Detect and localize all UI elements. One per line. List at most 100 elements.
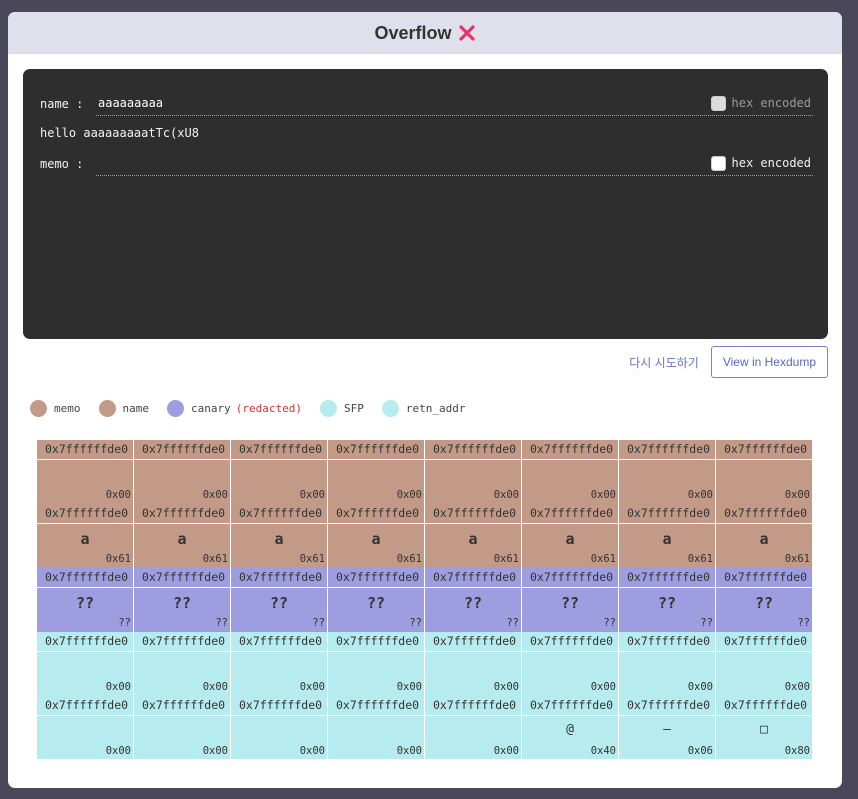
legend-item-canary: canary (redacted)	[167, 400, 302, 417]
cell-char: a	[371, 530, 381, 548]
cell-hex: 0x00	[299, 489, 325, 501]
memory-cell: 0x7ffffffde0 — 0x06	[619, 696, 716, 759]
cell-address: 0x7ffffffde0	[134, 504, 230, 524]
memory-cell: 0x7ffffffde0 0x00	[231, 696, 328, 759]
legend-item-retn_addr: retn_addr	[381, 400, 465, 417]
cell-char: a	[565, 530, 575, 548]
memory-cell: 0x7ffffffde0 0x00	[619, 440, 716, 504]
memo-hex-checkbox[interactable]	[710, 155, 726, 171]
name-row: name : aaaaaaaaa hex encoded	[40, 91, 813, 116]
cell-hex: 0x61	[784, 553, 810, 565]
cell-hex: ??	[506, 617, 519, 629]
cell-hex: ??	[409, 617, 422, 629]
cell-address: 0x7ffffffde0	[619, 440, 715, 460]
cell-address: 0x7ffffffde0	[134, 568, 230, 588]
memory-cell: 0x7ffffffde0 a 0x61	[522, 504, 619, 568]
name-label: name :	[40, 96, 84, 111]
cell-address: 0x7ffffffde0	[425, 440, 521, 460]
cell-char: ??	[754, 594, 774, 612]
legend-note: (redacted)	[235, 402, 302, 415]
legend-label: SFP	[343, 402, 364, 415]
memory-cell: 0x7ffffffde0 0x00	[328, 632, 425, 696]
memory-cell: 0x7ffffffde0 a 0x61	[425, 504, 522, 568]
memory-cell: 0x7ffffffde0 0x00	[37, 440, 134, 504]
cell-char: ??	[657, 594, 677, 612]
cell-hex: 0x00	[105, 681, 131, 693]
cell-address: 0x7ffffffde0	[716, 696, 812, 716]
cell-address: 0x7ffffffde0	[37, 632, 133, 652]
cell-hex: 0x61	[202, 553, 228, 565]
cell-address: 0x7ffffffde0	[619, 696, 715, 716]
name-hex-option[interactable]: hex encoded	[710, 95, 811, 111]
cell-hex: 0x00	[590, 489, 616, 501]
memory-cell: 0x7ffffffde0????	[425, 568, 522, 632]
cell-address: 0x7ffffffde0	[425, 696, 521, 716]
memory-cell: 0x7ffffffde0 0x00	[37, 632, 134, 696]
memory-cell: 0x7ffffffde0 0x00	[134, 440, 231, 504]
cell-char: a	[274, 530, 284, 548]
memory-row-sfp: 0x7ffffffde0 0x00 0x7ffffffde0 0x00 0x7fffff…	[37, 632, 813, 696]
cell-hex: 0x00	[493, 489, 519, 501]
cell-address: 0x7ffffffde0	[522, 504, 618, 524]
cell-char: a	[80, 530, 90, 548]
cell-hex: ??	[797, 617, 810, 629]
cell-address: 0x7ffffffde0	[37, 504, 133, 524]
name-hex-checkbox[interactable]	[710, 95, 726, 111]
cell-char: ??	[269, 594, 289, 612]
cell-hex: ??	[603, 617, 616, 629]
cell-hex: 0x40	[590, 745, 616, 757]
cell-hex: 0x00	[784, 489, 810, 501]
cell-address: 0x7ffffffde0	[425, 504, 521, 524]
cell-hex: 0x00	[687, 489, 713, 501]
cell-address: 0x7ffffffde0	[37, 568, 133, 588]
cell-hex: 0x61	[493, 553, 519, 565]
memory-cell: 0x7ffffffde0 a 0x61	[231, 504, 328, 568]
memory-cell: 0x7ffffffde0 a 0x61	[716, 504, 813, 568]
name-value: aaaaaaaaa	[98, 96, 164, 110]
cell-hex: 0x00	[299, 681, 325, 693]
cell-char: ??	[75, 594, 95, 612]
cell-address: 0x7ffffffde0	[716, 632, 812, 652]
page-title: Overflow	[374, 22, 452, 43]
memory-cell: 0x7ffffffde0 0x00	[134, 696, 231, 759]
cell-hex: 0x00	[396, 681, 422, 693]
memo-hex-label: hex encoded	[731, 156, 811, 170]
legend-label: name	[122, 402, 150, 415]
memory-cell: 0x7ffffffde0????	[231, 568, 328, 632]
memo-hex-option[interactable]: hex encoded	[710, 155, 811, 171]
memory-cell: 0x7ffffffde0 0x00	[231, 632, 328, 696]
cell-hex: 0x00	[105, 745, 131, 757]
view-hexdump-button[interactable]: View in Hexdump	[710, 346, 828, 378]
memory-cell: 0x7ffffffde0 0x00	[522, 440, 619, 504]
legend-swatch	[30, 400, 47, 417]
legend-swatch	[381, 400, 399, 417]
memory-row-canary: 0x7ffffffde0???? 0x7ffffffde0???? 0x7fffff…	[37, 568, 813, 632]
memory-cell: 0x7ffffffde0 0x00	[134, 632, 231, 696]
cell-hex: 0x61	[687, 553, 713, 565]
cell-hex: 0x00	[590, 681, 616, 693]
retry-link[interactable]: 다시 시도하기	[629, 354, 699, 371]
cell-char: —	[663, 722, 671, 737]
cell-address: 0x7ffffffde0	[425, 568, 521, 588]
cell-address: 0x7ffffffde0	[716, 568, 812, 588]
cell-hex: 0x61	[396, 553, 422, 565]
memo-input[interactable]: hex encoded	[96, 151, 813, 176]
cell-address: 0x7ffffffde0	[37, 440, 133, 460]
cell-address: 0x7ffffffde0	[231, 440, 327, 460]
cell-hex: 0x00	[105, 489, 131, 501]
overflow-card: Overflow name : aaaaaaaaa hex encoded he…	[8, 12, 842, 788]
memory-cell: 0x7ffffffde0 a 0x61	[134, 504, 231, 568]
cell-hex: ??	[215, 617, 228, 629]
cell-address: 0x7ffffffde0	[619, 504, 715, 524]
cell-address: 0x7ffffffde0	[716, 504, 812, 524]
cell-hex: 0x00	[202, 489, 228, 501]
cell-hex: 0x00	[493, 745, 519, 757]
legend-item-name: name	[98, 400, 150, 417]
memory-cell: 0x7ffffffde0 a 0x61	[619, 504, 716, 568]
name-input[interactable]: aaaaaaaaa hex encoded	[96, 91, 813, 116]
cell-address: 0x7ffffffde0	[619, 568, 715, 588]
memory-cell: 0x7ffffffde0 0x00	[716, 440, 813, 504]
legend: memo name canary (redacted) SFP retn_addr	[30, 400, 465, 417]
cell-address: 0x7ffffffde0	[231, 696, 327, 716]
memo-row: memo : hex encoded	[40, 151, 813, 176]
